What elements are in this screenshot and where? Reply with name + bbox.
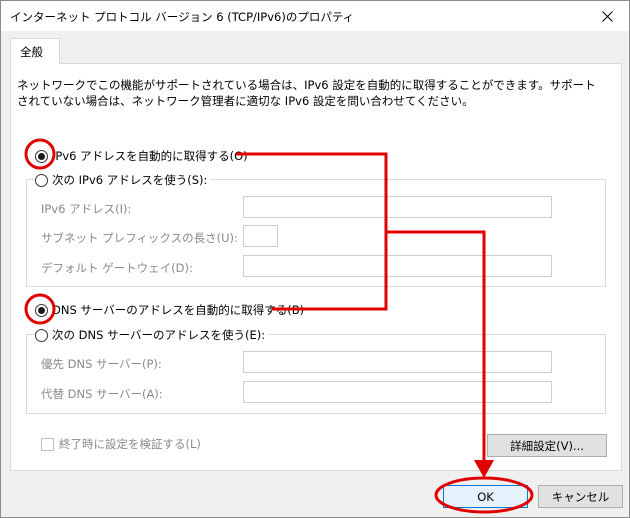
advanced-button[interactable]: 詳細設定(V)... (487, 434, 607, 457)
preferred-dns-label: 優先 DNS サーバー(P): (41, 357, 162, 371)
radio-unselected-icon (35, 173, 48, 187)
manual-ipv6-label: 次の IPv6 アドレスを使う(S): (52, 173, 208, 187)
ok-button[interactable]: OK (443, 485, 528, 508)
manual-dns-label: 次の DNS サーバーのアドレスを使う(E): (52, 328, 266, 342)
subnet-prefix-input[interactable] (243, 225, 278, 247)
manual-ipv6-radio[interactable]: 次の IPv6 アドレスを使う(S): (35, 172, 211, 188)
alternate-dns-label: 代替 DNS サーバー(A): (41, 387, 163, 401)
validate-on-exit-label: 終了時に設定を検証する(L) (59, 437, 201, 451)
auto-ipv6-radio[interactable]: IPv6 アドレスを自動的に取得する(O) (35, 148, 251, 164)
window-title: インターネット プロトコル バージョン 6 (TCP/IPv6)のプロパティ (10, 10, 355, 24)
close-icon (601, 10, 613, 22)
ipv6-address-label: IPv6 アドレス(I): (41, 202, 132, 216)
auto-dns-radio[interactable]: DNS サーバーのアドレスを自動的に取得する(B) (35, 302, 308, 318)
manual-dns-radio[interactable]: 次の DNS サーバーのアドレスを使う(E): (35, 327, 269, 343)
radio-selected-icon (35, 149, 48, 163)
title-bar: インターネット プロトコル バージョン 6 (TCP/IPv6)のプロパティ (1, 1, 629, 31)
validate-on-exit-checkbox[interactable]: 終了時に設定を検証する(L) (41, 436, 201, 452)
properties-dialog: インターネット プロトコル バージョン 6 (TCP/IPv6)のプロパティ 全… (0, 0, 630, 518)
auto-dns-label: DNS サーバーのアドレスを自動的に取得する(B) (52, 303, 305, 317)
cancel-button[interactable]: キャンセル (538, 485, 623, 508)
radio-selected-icon (35, 303, 48, 317)
subnet-prefix-label: サブネット プレフィックスの長さ(U): (41, 231, 238, 245)
checkbox-icon (41, 437, 54, 451)
radio-unselected-icon (35, 328, 48, 342)
close-button[interactable] (585, 1, 629, 31)
default-gateway-label: デフォルト ゲートウェイ(D): (41, 261, 193, 275)
auto-ipv6-label: IPv6 アドレスを自動的に取得する(O) (52, 149, 248, 163)
alternate-dns-input[interactable] (243, 381, 552, 403)
ipv6-address-input[interactable] (243, 196, 552, 218)
description-text: ネットワークでこの機能がサポートされている場合は、IPv6 設定を自動的に取得す… (17, 78, 596, 108)
tab-general[interactable]: 全般 (10, 38, 60, 64)
preferred-dns-input[interactable] (243, 351, 552, 373)
default-gateway-input[interactable] (243, 255, 552, 277)
